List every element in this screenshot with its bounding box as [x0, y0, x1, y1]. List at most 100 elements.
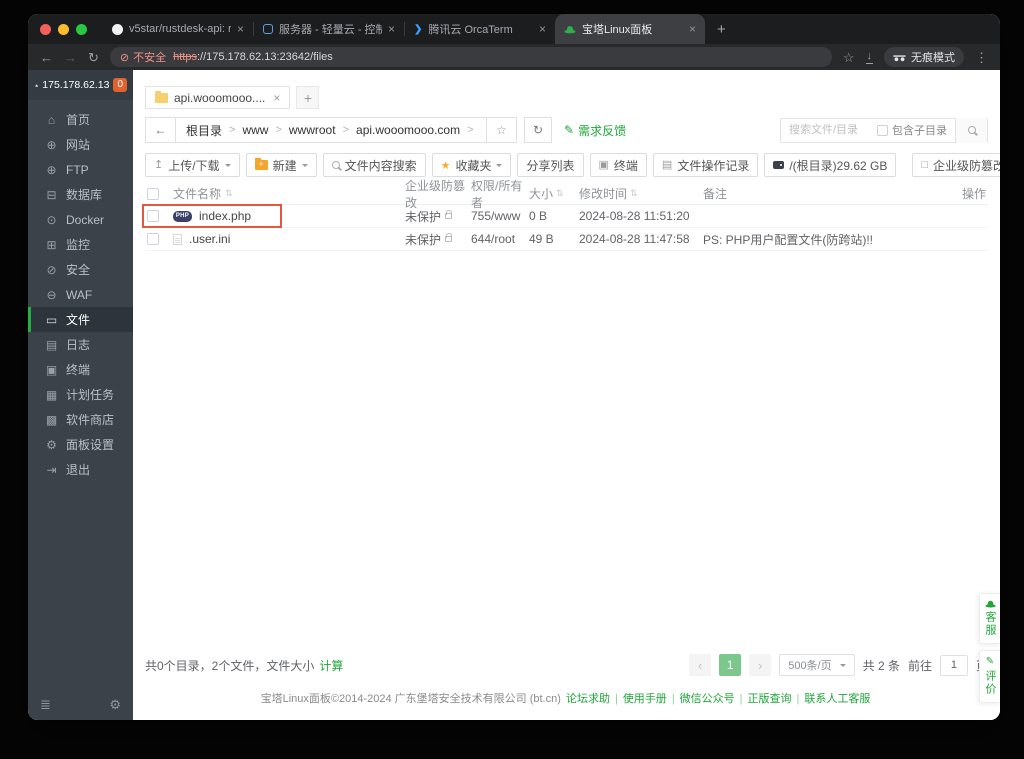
file-remark[interactable]: PS: PHP用户配置文件(防跨站)!! [703, 231, 932, 248]
footer-link-license[interactable]: 正版查询 [748, 693, 792, 705]
terminal-button[interactable]: ▣ 终端 [589, 153, 647, 177]
tamper-proof-button[interactable]: □ 企业级防篡改 [912, 153, 1000, 177]
footer-link-wechat[interactable]: 微信公众号 [680, 693, 735, 705]
col-mtime[interactable]: 修改时间 [579, 185, 627, 202]
current-page-button[interactable]: 1 [719, 654, 742, 676]
tab-github[interactable]: v5star/rustdesk-api: rustdesk × [103, 14, 253, 44]
footer-link-forum[interactable]: 论坛求助 [566, 693, 610, 705]
breadcrumb-item-root[interactable]: 根目录 [186, 122, 222, 139]
tab-close-icon[interactable]: × [388, 22, 395, 36]
close-window-button[interactable] [40, 23, 51, 35]
calc-size-link[interactable]: 计算 [319, 657, 343, 674]
tab-lighthouse-console[interactable]: 服务器 - 轻量云 - 控制台 × [254, 14, 404, 44]
file-name[interactable]: .user.ini [189, 232, 230, 246]
breadcrumb-item-site[interactable]: api.wooomooo.com [356, 123, 460, 137]
favorites-button[interactable]: ★ 收藏夹 [431, 153, 512, 177]
sidebar-item-logs[interactable]: ▤ 日志 [28, 332, 133, 357]
share-list-button[interactable]: 分享列表 [517, 153, 584, 177]
favorite-path-icon[interactable]: ☆ [486, 118, 516, 142]
message-count-badge[interactable]: 0 [113, 78, 127, 92]
table-row[interactable]: .user.ini 未保护 644/root 49 B 2024-08-28 1… [145, 228, 988, 251]
url-text: https://175.178.62.13:23642/files [173, 51, 333, 63]
file-log-button[interactable]: ▤ 文件操作记录 [652, 153, 759, 177]
sidebar-item-ftp[interactable]: ⊕ FTP [28, 157, 133, 182]
footer-link-support[interactable]: 联系人工客服 [804, 693, 870, 705]
security-badge[interactable]: ⊘ 不安全 [120, 49, 166, 65]
search-button[interactable] [955, 117, 987, 143]
sidebar-item-website[interactable]: ⊕ 网站 [28, 132, 133, 157]
tab-orcaterm[interactable]: ❯ 腾讯云 OrcaTerm × [405, 14, 555, 44]
breadcrumb-item-www[interactable]: www [242, 123, 268, 137]
page-size-select[interactable]: 500条/页 [779, 654, 855, 676]
file-tab-active[interactable]: api.wooomooo.... × [145, 86, 291, 109]
footer-separator: | [796, 693, 800, 705]
sidebar-item-appstore[interactable]: ▩ 软件商店 [28, 407, 133, 432]
sort-icon[interactable]: ⇅ [225, 188, 233, 199]
breadcrumb-item-wwwroot[interactable]: wwwroot [289, 123, 336, 137]
forward-icon[interactable]: → [64, 51, 77, 64]
zoom-window-button[interactable] [76, 23, 87, 35]
sidebar-item-database[interactable]: ⊟ 数据库 [28, 182, 133, 207]
tab-close-icon[interactable]: × [539, 22, 546, 36]
sort-icon[interactable]: ⇅ [556, 188, 564, 199]
sidebar-item-home[interactable]: ⌂ 首页 [28, 107, 133, 132]
content-search-button[interactable]: 文件内容搜索 [322, 153, 426, 177]
bookmark-star-icon[interactable]: ☆ [843, 51, 855, 64]
prev-page-button[interactable]: ‹ [689, 654, 712, 676]
search-input[interactable] [781, 124, 877, 136]
sidebar-item-label: 网站 [66, 138, 91, 152]
goto-prefix: 前往 [907, 658, 932, 673]
footer-link-manual[interactable]: 使用手册 [623, 693, 667, 705]
unlock-icon[interactable] [445, 210, 453, 219]
collapse-sidebar-icon[interactable]: ≣ [40, 697, 51, 713]
back-icon[interactable]: ← [40, 51, 53, 64]
customer-service-button[interactable]: 客服 [979, 593, 1000, 644]
refresh-button[interactable]: ↻ [524, 117, 552, 143]
feedback-link[interactable]: ✎ 需求反馈 [564, 122, 626, 139]
sidebar-item-cron[interactable]: ▦ 计划任务 [28, 382, 133, 407]
button-label: 文件操作记录 [677, 158, 750, 173]
address-bar[interactable]: ⊘ 不安全 https://175.178.62.13:23642/files [109, 47, 832, 67]
minimize-window-button[interactable] [58, 23, 69, 35]
file-name[interactable]: index.php [199, 209, 251, 223]
sidebar-item-logout[interactable]: ⇥ 退出 [28, 457, 133, 482]
tab-close-icon[interactable]: × [237, 22, 244, 36]
terminal-icon: ▣ [598, 158, 609, 171]
goto-page-input[interactable] [939, 654, 968, 676]
disk-usage-button[interactable]: /(根目录)29.62 GB [764, 153, 897, 177]
chrome-menu-icon[interactable]: ⋮ [975, 51, 988, 64]
table-row[interactable]: PHP index.php 未保护 755/www 0 B 2024-08-28 … [142, 204, 988, 228]
sidebar-item-terminal[interactable]: ▣ 终端 [28, 357, 133, 382]
sidebar-item-monitor[interactable]: ⊞ 监控 [28, 232, 133, 257]
select-all-checkbox[interactable] [147, 187, 159, 200]
col-size[interactable]: 大小 [529, 185, 553, 202]
tab-bt-panel-active[interactable]: 宝塔Linux面板 × [555, 14, 705, 44]
sidebar-item-docker[interactable]: ⊙ Docker [28, 207, 133, 232]
new-item-button[interactable]: 新建 [245, 153, 317, 177]
unlock-icon[interactable] [445, 233, 453, 242]
server-ip: 175.178.62.13 [42, 79, 110, 91]
sidebar-gear-icon[interactable]: ⚙ [109, 697, 121, 713]
upload-download-button[interactable]: ↥ 上传/下载 [145, 153, 240, 177]
include-subdir-option[interactable]: 包含子目录 [877, 122, 955, 138]
tab-close-icon[interactable]: × [689, 22, 696, 36]
subdir-checkbox[interactable] [877, 124, 888, 136]
server-header[interactable]: 175.178.62.13 0 [28, 70, 133, 100]
col-filename[interactable]: 文件名称 [173, 185, 221, 202]
review-button[interactable]: ✎ 评价 [979, 650, 1000, 703]
file-permission: 644/root [471, 232, 516, 246]
add-file-tab-button[interactable]: + [296, 86, 320, 109]
sort-icon[interactable]: ⇅ [630, 188, 638, 199]
row-checkbox[interactable] [147, 210, 159, 222]
row-checkbox[interactable] [147, 233, 159, 245]
new-tab-button[interactable]: + [705, 21, 738, 38]
file-tab-close-icon[interactable]: × [273, 91, 280, 105]
sidebar-item-waf[interactable]: ⊖ WAF [28, 282, 133, 307]
sidebar-item-security[interactable]: ⊘ 安全 [28, 257, 133, 282]
downloads-icon[interactable]: ↓ [865, 50, 873, 64]
sidebar-item-settings[interactable]: ⚙ 面板设置 [28, 432, 133, 457]
reload-icon[interactable]: ↻ [88, 51, 99, 64]
sidebar-item-files[interactable]: ▭ 文件 [28, 307, 133, 332]
next-page-button[interactable]: › [749, 654, 772, 676]
path-back-icon[interactable]: ← [146, 118, 176, 142]
